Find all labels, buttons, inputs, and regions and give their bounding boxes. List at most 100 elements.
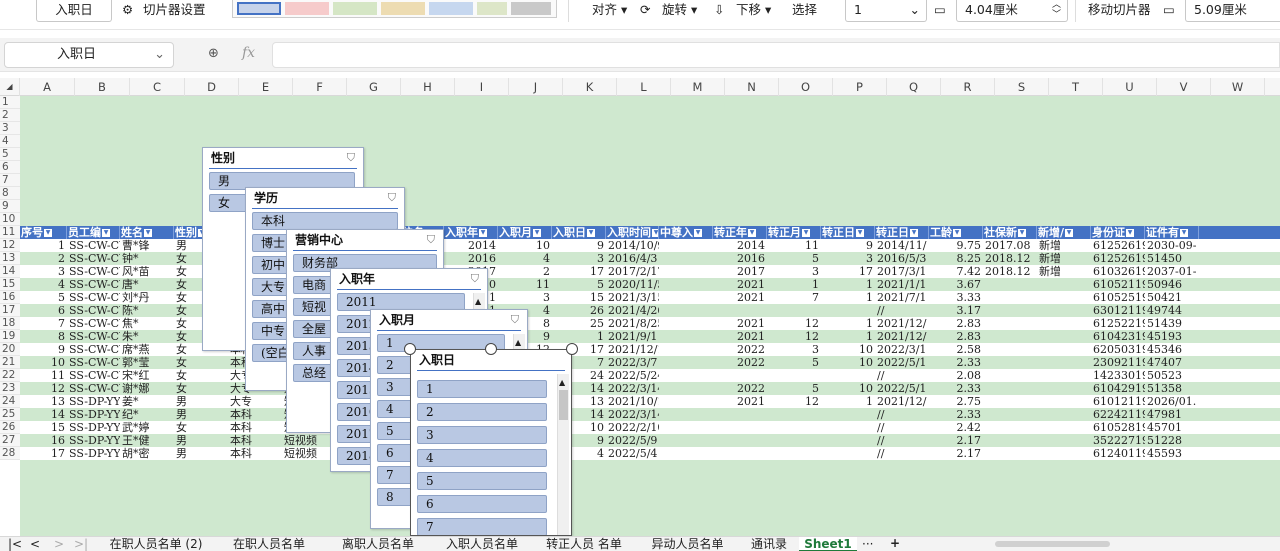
column-title-cell[interactable]: 转正日 ▼: [821, 226, 875, 239]
table-cell[interactable]: [659, 304, 713, 317]
move-slicer-button[interactable]: 移动切片器: [1088, 0, 1151, 20]
table-cell[interactable]: [767, 421, 821, 434]
table-cell[interactable]: 3.33: [929, 291, 983, 304]
table-cell[interactable]: 45346: [1145, 343, 1199, 356]
table-cell[interactable]: 唐*: [120, 278, 174, 291]
table-cell[interactable]: SS-CW-CW: [67, 330, 120, 343]
column-header[interactable]: W: [1211, 78, 1265, 96]
table-cell[interactable]: 6: [20, 304, 67, 317]
table-cell[interactable]: [983, 343, 1037, 356]
column-title-cell[interactable]: 员工编 ▼: [67, 226, 120, 239]
slicer-settings-icon[interactable]: ⚙: [122, 0, 133, 20]
table-cell[interactable]: SS-CW-CW: [67, 356, 120, 369]
columns-dropdown[interactable]: 1 ⌄: [845, 0, 927, 22]
table-cell[interactable]: [983, 382, 1037, 395]
column-title-cell[interactable]: 入职日 ▼: [552, 226, 606, 239]
slicer-item[interactable]: 4: [417, 449, 547, 467]
table-cell[interactable]: 51358: [1145, 382, 1199, 395]
table-cell[interactable]: [659, 447, 713, 460]
table-cell[interactable]: 短视频: [282, 447, 336, 460]
filter-dropdown-icon[interactable]: ▼: [479, 229, 487, 237]
table-cell[interactable]: 9: [20, 343, 67, 356]
table-cell[interactable]: [1037, 434, 1091, 447]
table-cell[interactable]: 61252619: [1091, 252, 1145, 265]
table-cell[interactable]: SS-CW-CW: [67, 239, 120, 252]
table-cell[interactable]: [983, 408, 1037, 421]
clear-filter-icon[interactable]: ⛉: [471, 272, 479, 286]
table-cell[interactable]: [713, 447, 767, 460]
table-cell[interactable]: 2037-01-: [1145, 265, 1199, 278]
table-cell[interactable]: 姜*: [120, 395, 174, 408]
table-cell[interactable]: [1037, 343, 1091, 356]
filter-dropdown-icon[interactable]: ▼: [953, 229, 961, 237]
table-cell[interactable]: [713, 421, 767, 434]
row-header[interactable]: 21: [0, 356, 20, 369]
style-swatch[interactable]: [429, 2, 473, 15]
table-cell[interactable]: SS-CW-CW: [67, 317, 120, 330]
column-title-cell[interactable]: 入职月 ▼: [498, 226, 552, 239]
slicer-item[interactable]: 7: [417, 518, 547, 535]
table-cell[interactable]: SS-CW-CW: [67, 343, 120, 356]
table-cell[interactable]: 2021: [713, 395, 767, 408]
table-cell[interactable]: 2014/10/9: [606, 239, 659, 252]
table-cell[interactable]: 14233019: [1091, 369, 1145, 382]
table-cell[interactable]: [1037, 278, 1091, 291]
table-cell[interactable]: [983, 434, 1037, 447]
table-cell[interactable]: SS-CW-CW: [67, 252, 120, 265]
table-cell[interactable]: //: [875, 447, 929, 460]
table-cell[interactable]: 2022/2/10: [606, 421, 659, 434]
table-cell[interactable]: 10: [821, 382, 875, 395]
column-title-cell[interactable]: 新增/▼: [1037, 226, 1091, 239]
table-cell[interactable]: 2.33: [929, 382, 983, 395]
scroll-up-icon[interactable]: ▲: [474, 297, 481, 306]
row-header[interactable]: 17: [0, 304, 20, 317]
table-cell[interactable]: 2.17: [929, 434, 983, 447]
table-cell[interactable]: 17: [20, 447, 67, 460]
table-cell[interactable]: 16: [20, 434, 67, 447]
table-cell[interactable]: 新增: [1037, 252, 1091, 265]
resize-handle[interactable]: [566, 343, 578, 355]
style-swatch[interactable]: [477, 2, 507, 15]
table-cell[interactable]: 1: [821, 278, 875, 291]
column-header[interactable]: F: [293, 78, 347, 96]
style-swatch[interactable]: [511, 2, 551, 15]
table-cell[interactable]: SS-DP-YY: [67, 395, 120, 408]
table-cell[interactable]: 纪*: [120, 408, 174, 421]
table-cell[interactable]: [1037, 395, 1091, 408]
filter-dropdown-icon[interactable]: ▼: [144, 229, 152, 237]
table-cell[interactable]: 10: [20, 356, 67, 369]
table-cell[interactable]: 10: [821, 343, 875, 356]
table-cell[interactable]: 45701: [1145, 421, 1199, 434]
slicer-item[interactable]: 6: [417, 495, 547, 513]
table-cell[interactable]: 7.42: [929, 265, 983, 278]
row-header[interactable]: 13: [0, 252, 20, 265]
row-header[interactable]: 3: [0, 122, 20, 135]
table-cell[interactable]: 曹*锋: [120, 239, 174, 252]
column-header[interactable]: R: [941, 78, 995, 96]
table-cell[interactable]: 51228: [1145, 434, 1199, 447]
column-header[interactable]: A: [20, 78, 75, 96]
table-cell[interactable]: [1037, 408, 1091, 421]
table-cell[interactable]: 35222719: [1091, 434, 1145, 447]
table-cell[interactable]: 2014: [713, 239, 767, 252]
filter-dropdown-icon[interactable]: ▼: [1065, 229, 1074, 237]
formula-input[interactable]: [272, 42, 1280, 68]
table-cell[interactable]: 17: [821, 265, 875, 278]
row-header[interactable]: 9: [0, 200, 20, 213]
clear-filter-icon[interactable]: ⛉: [388, 191, 396, 205]
filter-dropdown-icon[interactable]: ▼: [748, 229, 756, 237]
table-cell[interactable]: 9.75: [929, 239, 983, 252]
table-cell[interactable]: [767, 304, 821, 317]
sheet-tab[interactable]: 通讯录: [739, 537, 799, 551]
filter-dropdown-icon[interactable]: ▼: [587, 229, 595, 237]
table-cell[interactable]: 2.08: [929, 369, 983, 382]
table-cell[interactable]: [659, 408, 713, 421]
table-cell[interactable]: 49744: [1145, 304, 1199, 317]
table-cell[interactable]: 2016/5/3: [875, 252, 929, 265]
clear-filter-icon[interactable]: ⛉: [347, 151, 355, 165]
table-cell[interactable]: 本科: [228, 408, 282, 421]
table-cell[interactable]: SS-DP-YY: [67, 421, 120, 434]
table-cell[interactable]: 女: [174, 421, 228, 434]
table-cell[interactable]: 50421: [1145, 291, 1199, 304]
table-cell[interactable]: 62242119: [1091, 408, 1145, 421]
